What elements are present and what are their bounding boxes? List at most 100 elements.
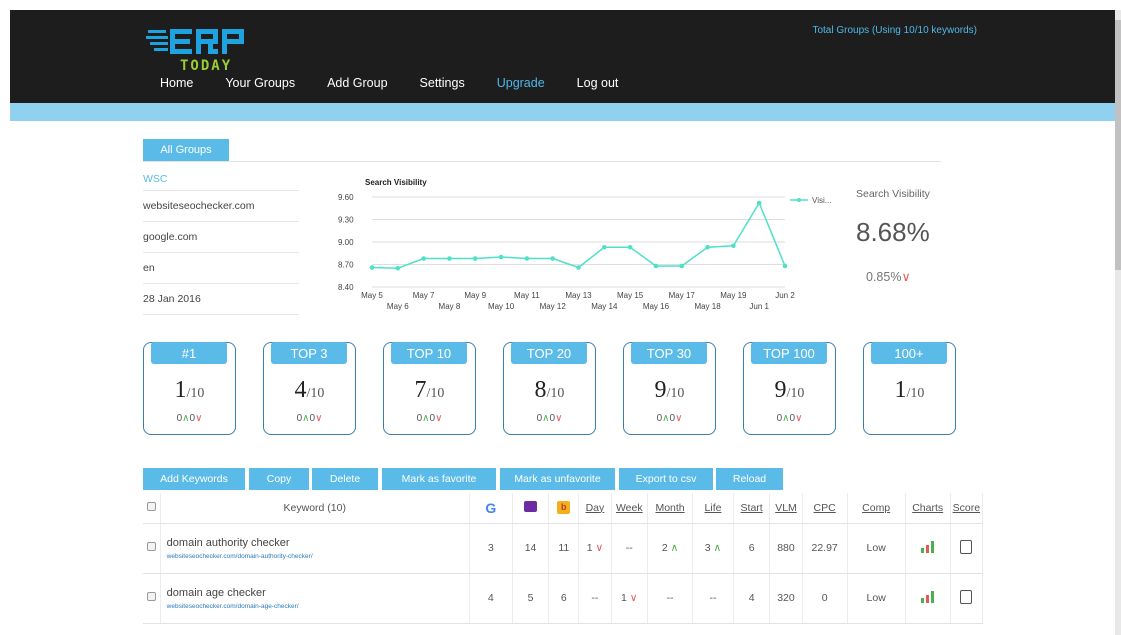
row-checkbox[interactable]	[146, 592, 156, 601]
month-change: --	[647, 573, 694, 624]
data-point[interactable]	[705, 244, 710, 250]
copy-button[interactable]: Copy	[249, 468, 309, 490]
rank-count: 9	[654, 377, 667, 403]
rank-count: 9	[774, 377, 787, 403]
col-vlm[interactable]: VLM	[769, 493, 803, 524]
mark-favorite-button[interactable]: Mark as favorite	[382, 468, 496, 490]
nav-upgrade[interactable]: Upgrade	[497, 76, 545, 90]
keyword-name[interactable]: domain authority checker	[167, 537, 469, 549]
row-checkbox[interactable]	[146, 542, 156, 551]
col-bing[interactable]: b	[548, 493, 580, 524]
table-header-row: Keyword (10) G b Day Week Month Life Sta…	[143, 493, 984, 524]
rank-card-value: 1/10	[864, 377, 955, 404]
reload-button[interactable]: Reload	[716, 468, 783, 490]
data-point[interactable]	[679, 263, 685, 269]
bing-rank: 11	[548, 523, 580, 574]
bar-chart-icon[interactable]	[921, 540, 935, 553]
col-google[interactable]: G	[469, 493, 513, 524]
clipboard-icon[interactable]	[960, 539, 973, 554]
rank-card[interactable]: TOP 10 7/10 0∧0∨	[383, 342, 476, 435]
export-csv-button[interactable]: Export to csv	[619, 468, 713, 490]
data-point[interactable]	[653, 263, 659, 269]
bar-chart-icon[interactable]	[921, 590, 935, 603]
rank-total: /10	[546, 386, 565, 401]
clipboard-icon[interactable]	[960, 589, 973, 604]
x-tick-label: May 14	[591, 302, 618, 311]
col-life[interactable]: Life	[692, 493, 734, 524]
col-score[interactable]: Score	[950, 493, 984, 524]
header: TODAY Total Groups (Using 10/10 keywords…	[10, 10, 1115, 103]
rank-total: /10	[786, 386, 805, 401]
accent-bar	[10, 103, 1115, 121]
legend-dot	[797, 198, 801, 202]
col-comp[interactable]: Comp	[847, 493, 906, 524]
total-groups-link[interactable]: Total Groups (Using 10/10 keywords)	[812, 25, 977, 36]
data-point[interactable]	[731, 243, 736, 249]
delete-button[interactable]: Delete	[312, 468, 378, 490]
rank-card[interactable]: #1 1/10 0∧0∨	[143, 342, 236, 435]
logo[interactable]: TODAY	[146, 24, 296, 74]
week-change: --	[611, 523, 649, 574]
data-point[interactable]	[369, 265, 375, 270]
nav-logout[interactable]: Log out	[577, 76, 619, 90]
rank-card-value: 8/10	[504, 377, 595, 404]
volume: 880	[769, 523, 803, 574]
data-point[interactable]	[472, 256, 478, 261]
data-point[interactable]	[550, 256, 555, 261]
group-name[interactable]: WSC	[143, 167, 299, 191]
life-change: --	[692, 573, 734, 624]
col-charts[interactable]: Charts	[905, 493, 951, 524]
keyword-url[interactable]: websiteseochecker.com/domain-age-checker…	[167, 603, 469, 610]
visibility-label: Search Visibility	[856, 188, 930, 200]
data-point[interactable]	[395, 265, 401, 271]
tab-all-groups[interactable]: All Groups	[143, 139, 229, 161]
keyword-url[interactable]: websiteseochecker.com/domain-authority-c…	[167, 553, 469, 560]
nav-home[interactable]: Home	[160, 76, 193, 90]
rank-card[interactable]: 100+ 1/10	[863, 342, 956, 435]
select-all-checkbox[interactable]	[146, 501, 156, 511]
data-point[interactable]	[421, 256, 426, 261]
rank-card[interactable]: TOP 20 8/10 0∧0∨	[503, 342, 596, 435]
score-cell	[950, 523, 984, 574]
rank-total: /10	[906, 386, 925, 401]
start-rank: 6	[733, 523, 771, 574]
row-select-cell	[143, 523, 161, 574]
data-point[interactable]	[756, 200, 762, 206]
data-point[interactable]	[627, 244, 633, 250]
series-line	[371, 201, 786, 270]
x-tick-label: May 18	[694, 302, 721, 311]
nav-your-groups[interactable]: Your Groups	[225, 76, 295, 90]
rank-card[interactable]: TOP 30 9/10 0∧0∨	[623, 342, 716, 435]
mark-unfavorite-button[interactable]: Mark as unfavorite	[500, 468, 615, 490]
data-point[interactable]	[576, 265, 581, 270]
scrollbar[interactable]	[1115, 10, 1121, 635]
nav-settings[interactable]: Settings	[420, 76, 465, 90]
google-rank: 3	[469, 523, 513, 574]
col-cpc[interactable]: CPC	[802, 493, 848, 524]
week-change: 1 ∨	[611, 573, 649, 624]
col-week[interactable]: Week	[611, 493, 649, 524]
keyword-name[interactable]: domain age checker	[167, 587, 469, 599]
data-point[interactable]	[524, 256, 530, 261]
col-month[interactable]: Month	[647, 493, 694, 524]
add-keywords-button[interactable]: Add Keywords	[143, 468, 245, 490]
col-keyword[interactable]: Keyword (10)	[160, 493, 470, 524]
arrow-down-icon: ∨	[555, 413, 563, 424]
scrollbar-thumb[interactable]	[1115, 20, 1121, 270]
rank-card[interactable]: TOP 100 9/10 0∧0∨	[743, 342, 836, 435]
col-day[interactable]: Day	[578, 493, 612, 524]
col-yahoo[interactable]	[512, 493, 550, 524]
arrow-down-icon: ∨	[435, 413, 443, 424]
data-point[interactable]	[498, 254, 504, 260]
visibility-delta-value: 0.85%	[866, 270, 902, 284]
y-tick-label: 9.60	[338, 193, 354, 202]
arrow-down-icon: ∨	[592, 542, 604, 554]
app: TODAY Total Groups (Using 10/10 keywords…	[0, 0, 1121, 635]
nav-add-group[interactable]: Add Group	[327, 76, 387, 90]
data-point[interactable]	[447, 256, 452, 261]
data-point[interactable]	[602, 244, 607, 250]
data-point[interactable]	[782, 263, 788, 269]
rank-card-title: TOP 10	[391, 342, 467, 364]
rank-card[interactable]: TOP 3 4/10 0∧0∨	[263, 342, 356, 435]
col-start[interactable]: Start	[733, 493, 771, 524]
